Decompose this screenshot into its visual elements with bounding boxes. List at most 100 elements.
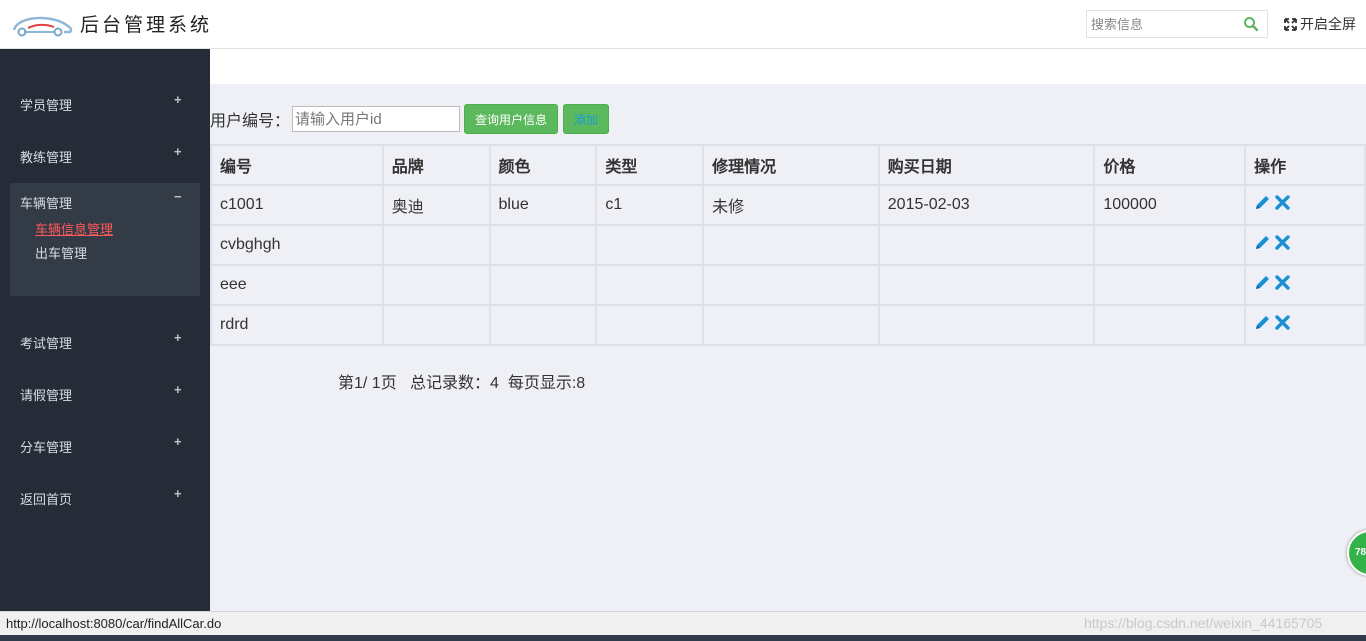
table-cell — [877, 224, 1096, 266]
column-header: 类型 — [595, 144, 705, 186]
content-top-strip — [210, 49, 1366, 84]
floating-badge[interactable]: 78 — [1347, 530, 1366, 576]
table-cell: rdrd — [210, 304, 384, 346]
column-header: 编号 — [210, 144, 384, 186]
table-cell — [702, 264, 880, 306]
car-logo-icon — [12, 16, 73, 37]
edit-icon[interactable] — [1254, 194, 1271, 211]
table-cell: eee — [210, 264, 384, 306]
plus-icon: + — [174, 144, 182, 159]
status-url: http://localhost:8080/car/findAllCar.do — [6, 616, 222, 631]
sidebar: 学员管理 + 教练管理 + 车辆管理 − 车辆信息管理 出车管理 考试管理 + … — [0, 49, 210, 611]
plus-icon: + — [174, 92, 182, 107]
query-user-button[interactable]: 查询用户信息 — [464, 104, 559, 134]
sidebar-item-exams[interactable]: 考试管理 + — [0, 321, 210, 361]
table-cell — [702, 304, 880, 346]
sidebar-item-label: 教练管理 — [20, 150, 73, 165]
plus-icon: + — [174, 486, 182, 501]
actions-cell — [1244, 184, 1366, 226]
sidebar-item-label: 请假管理 — [20, 388, 73, 403]
top-header: 后台管理系统 开启全屏 — [0, 0, 1366, 49]
plus-icon: + — [174, 434, 182, 449]
sidebar-item-assign[interactable]: 分车管理 + — [0, 425, 210, 465]
table-row: eee — [210, 264, 1366, 306]
table-cell — [381, 304, 491, 346]
app-title: 后台管理系统 — [80, 14, 213, 36]
sidebar-item-label: 学员管理 — [20, 98, 73, 113]
table-cell: c1001 — [210, 184, 384, 226]
edit-icon[interactable] — [1254, 314, 1271, 331]
table-cell — [877, 304, 1096, 346]
add-button[interactable]: 添加 — [563, 104, 610, 134]
actions-cell — [1244, 304, 1366, 346]
table-cell — [595, 304, 705, 346]
row-actions — [1254, 274, 1290, 291]
delete-icon[interactable] — [1275, 315, 1290, 330]
table-cell — [877, 264, 1096, 306]
user-id-input[interactable] — [292, 106, 461, 132]
table-cell — [595, 264, 705, 306]
delete-icon[interactable] — [1275, 195, 1290, 210]
sidebar-item-label: 考试管理 — [20, 336, 73, 351]
taskbar — [0, 635, 1366, 641]
table-cell — [1093, 304, 1247, 346]
actions-cell — [1244, 224, 1366, 266]
row-actions — [1254, 194, 1290, 211]
table-cell: 2015-02-03 — [877, 184, 1096, 226]
table-cell: 奥迪 — [381, 184, 491, 226]
row-actions — [1254, 234, 1290, 251]
user-id-label: 用户编号： — [210, 113, 291, 130]
expand-icon — [1284, 17, 1297, 31]
table-cell: 100000 — [1093, 184, 1247, 226]
header-search — [1086, 10, 1268, 38]
car-table: 编号 品牌 颜色 类型 修理情况 购买日期 价格 操作 c1001 奥迪 blue c… — [210, 144, 1366, 346]
fullscreen-label: 开启全屏 — [1300, 16, 1356, 32]
table-cell — [595, 224, 705, 266]
table-cell — [1093, 264, 1247, 306]
table-cell — [381, 224, 491, 266]
table-row: rdrd — [210, 304, 1366, 346]
table-cell: c1 — [595, 184, 705, 226]
plus-icon: + — [174, 382, 182, 397]
sidebar-item-students[interactable]: 学员管理 + — [0, 83, 210, 123]
table-cell — [488, 264, 598, 306]
sidebar-item-label: 分车管理 — [20, 440, 73, 455]
table-cell: cvbghgh — [210, 224, 384, 266]
search-icon[interactable] — [1243, 16, 1259, 32]
delete-icon[interactable] — [1275, 275, 1290, 290]
actions-cell — [1244, 264, 1366, 306]
badge-count: 78 — [1355, 547, 1366, 558]
sidebar-subitem-dispatch[interactable]: 出车管理 — [35, 243, 87, 262]
column-header: 颜色 — [488, 144, 598, 186]
sidebar-item-leave[interactable]: 请假管理 + — [0, 373, 210, 413]
fullscreen-button[interactable]: 开启全屏 — [1284, 14, 1356, 34]
sidebar-item-vehicles[interactable]: 车辆管理 — [20, 193, 72, 212]
table-cell — [381, 264, 491, 306]
delete-icon[interactable] — [1275, 235, 1290, 250]
column-header: 修理情况 — [702, 144, 880, 186]
minus-icon[interactable]: − — [174, 189, 182, 204]
table-cell — [488, 304, 598, 346]
edit-icon[interactable] — [1254, 274, 1271, 291]
table-row: cvbghgh — [210, 224, 1366, 266]
edit-icon[interactable] — [1254, 234, 1271, 251]
pagination-info: 第1/ 1页 总记录数：4 每页显示:8 — [338, 375, 586, 392]
browser-status-bar: http://localhost:8080/car/findAllCar.do … — [0, 611, 1366, 635]
sidebar-subitem-vehicle-info[interactable]: 车辆信息管理 — [35, 219, 113, 238]
sidebar-item-label: 返回首页 — [20, 492, 73, 507]
filter-bar: 用户编号： 查询用户信息 添加 — [210, 104, 610, 134]
header-search-input[interactable] — [1087, 11, 1235, 37]
sidebar-group-vehicles: 车辆管理 − 车辆信息管理 出车管理 — [10, 183, 200, 296]
plus-icon: + — [174, 330, 182, 345]
column-header: 购买日期 — [877, 144, 1096, 186]
sidebar-item-home[interactable]: 返回首页 + — [0, 477, 210, 517]
column-header: 操作 — [1244, 144, 1366, 186]
watermark: https://blog.csdn.net/weixin_44165705 — [1084, 615, 1323, 631]
table-cell — [488, 224, 598, 266]
table-cell: 未修 — [702, 184, 880, 226]
sidebar-item-coaches[interactable]: 教练管理 + — [0, 135, 210, 175]
table-row: c1001 奥迪 blue c1 未修 2015-02-03 100000 — [210, 184, 1366, 226]
table-cell: blue — [488, 184, 598, 226]
table-header-row: 编号 品牌 颜色 类型 修理情况 购买日期 价格 操作 — [210, 144, 1366, 186]
row-actions — [1254, 314, 1290, 331]
